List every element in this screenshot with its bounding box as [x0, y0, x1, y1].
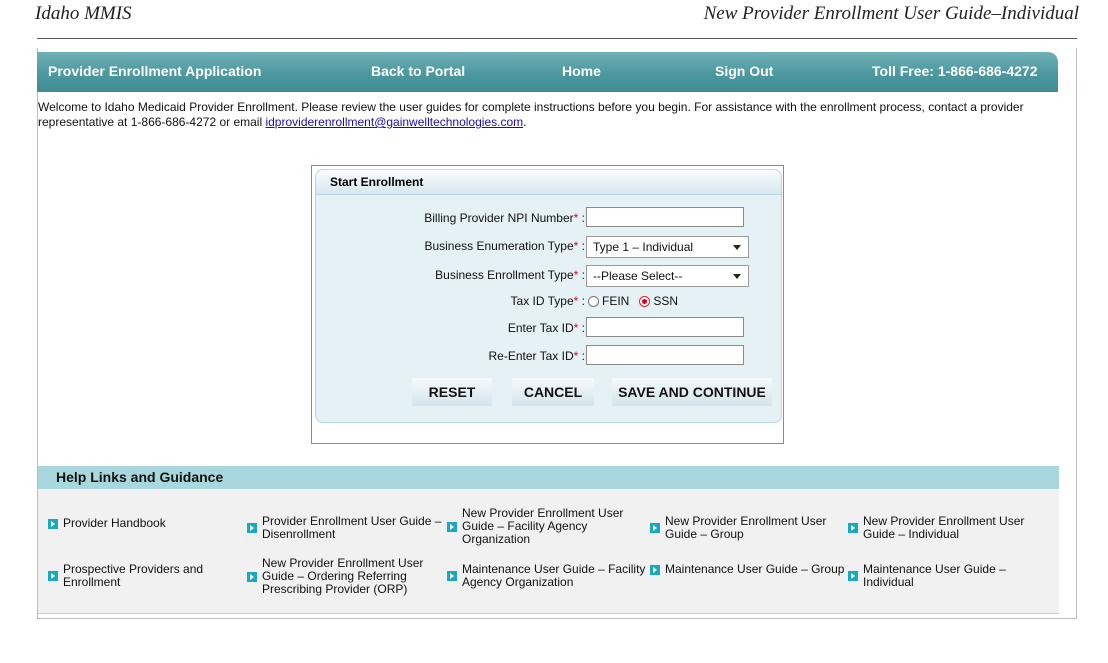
help-link-provider-handbook[interactable]: Provider Handbook — [48, 517, 238, 530]
help-link-facility-agency-guide[interactable]: New Provider Enrollment User Guide – Fac… — [447, 507, 647, 546]
arrow-right-icon — [48, 571, 58, 581]
document-header-left: Idaho MMIS — [35, 3, 132, 24]
arrow-right-icon — [447, 571, 457, 581]
npi-input[interactable] — [586, 207, 744, 227]
ssn-radio[interactable] — [639, 296, 651, 307]
arrow-right-icon — [247, 523, 257, 533]
fein-label: FEIN — [602, 294, 630, 308]
re-enter-tax-id-input[interactable] — [586, 345, 744, 365]
arrow-right-icon — [650, 523, 660, 533]
tax-id-type-radio-group: FEIN SSN — [588, 294, 678, 308]
welcome-end: . — [523, 115, 527, 129]
top-navigation-bar: Provider Enrollment Application Back to … — [37, 52, 1058, 92]
nav-sign-out[interactable]: Sign Out — [715, 63, 773, 79]
tax-id-label: Enter Tax ID* : — [507, 321, 585, 335]
document-header: Idaho MMIS New Provider Enrollment User … — [35, 0, 1079, 39]
business-enrollment-row: Business Enrollment Type* : --Please Sel… — [316, 264, 781, 287]
welcome-text: Welcome to Idaho Medicaid Provider Enrol… — [38, 100, 1024, 129]
nav-back-to-portal[interactable]: Back to Portal — [371, 63, 465, 79]
start-enrollment-panel: Start Enrollment Billing Provider NPI Nu… — [311, 165, 784, 444]
re-enter-tax-id-label: Re-Enter Tax ID* : — [488, 349, 586, 363]
tax-id-type-row: Tax ID Type* : FEIN SSN — [316, 290, 781, 312]
nav-app-title: Provider Enrollment Application — [48, 63, 262, 79]
business-enrollment-label: Business Enrollment Type* : — [435, 268, 585, 282]
fein-radio[interactable] — [588, 296, 599, 307]
start-enrollment-title: Start Enrollment — [316, 170, 781, 195]
business-enrollment-value: --Please Select-- — [593, 269, 683, 283]
help-links-header: Help Links and Guidance — [38, 466, 1059, 489]
help-link-maintenance-facility-agency[interactable]: Maintenance User Guide – Facility Agency… — [447, 563, 647, 589]
chevron-down-icon — [733, 274, 741, 279]
business-enumeration-value: Type 1 – Individual — [593, 240, 694, 254]
npi-row: Billing Provider NPI Number* : — [316, 207, 781, 229]
arrow-right-icon — [247, 571, 257, 582]
arrow-right-icon — [848, 523, 858, 533]
cancel-button[interactable]: CANCEL — [512, 378, 594, 406]
start-enrollment-form: Start Enrollment Billing Provider NPI Nu… — [315, 169, 782, 423]
re-enter-tax-id-row: Re-Enter Tax ID* : — [316, 345, 781, 367]
nav-toll-free: Toll Free: 1-866-686-4272 — [872, 63, 1038, 79]
help-link-maintenance-individual[interactable]: Maintenance User Guide – Individual — [848, 563, 1053, 589]
help-link-maintenance-group[interactable]: Maintenance User Guide – Group — [650, 563, 845, 576]
email-link[interactable]: idproviderenrollment@gainwelltechnologie… — [265, 115, 523, 129]
tax-id-input[interactable] — [586, 317, 744, 337]
help-link-orp-guide[interactable]: New Provider Enrollment User Guide – Ord… — [247, 557, 447, 596]
tax-id-type-label: Tax ID Type* : — [510, 294, 585, 308]
arrow-right-icon — [48, 518, 58, 529]
arrow-right-icon — [848, 571, 858, 581]
welcome-message: Welcome to Idaho Medicaid Provider Enrol… — [38, 100, 1068, 130]
tax-id-row: Enter Tax ID* : — [316, 317, 781, 339]
business-enrollment-select[interactable]: --Please Select-- — [586, 265, 749, 287]
document-header-right: New Provider Enrollment User Guide–Indiv… — [703, 3, 1079, 24]
business-enumeration-select[interactable]: Type 1 – Individual — [586, 236, 749, 258]
help-link-individual-guide[interactable]: New Provider Enrollment User Guide – Ind… — [848, 515, 1053, 541]
business-enumeration-row: Business Enumeration Type* : Type 1 – In… — [316, 235, 781, 258]
npi-label: Billing Provider NPI Number* : — [424, 211, 585, 225]
chevron-down-icon — [733, 245, 741, 250]
reset-button[interactable]: RESET — [412, 378, 492, 406]
arrow-right-icon — [447, 521, 457, 532]
help-link-disenrollment-guide[interactable]: Provider Enrollment User Guide – Disenro… — [247, 515, 447, 541]
nav-home[interactable]: Home — [562, 63, 601, 79]
help-link-prospective-providers[interactable]: Prospective Providers and Enrollment — [48, 563, 238, 589]
help-link-group-guide[interactable]: New Provider Enrollment User Guide – Gro… — [650, 515, 845, 541]
arrow-right-icon — [650, 564, 660, 575]
ssn-label: SSN — [653, 294, 679, 308]
save-and-continue-button[interactable]: SAVE AND CONTINUE — [612, 378, 772, 406]
business-enumeration-label: Business Enumeration Type* : — [424, 239, 585, 253]
help-links-area: Provider Handbook Provider Enrollment Us… — [38, 489, 1059, 614]
